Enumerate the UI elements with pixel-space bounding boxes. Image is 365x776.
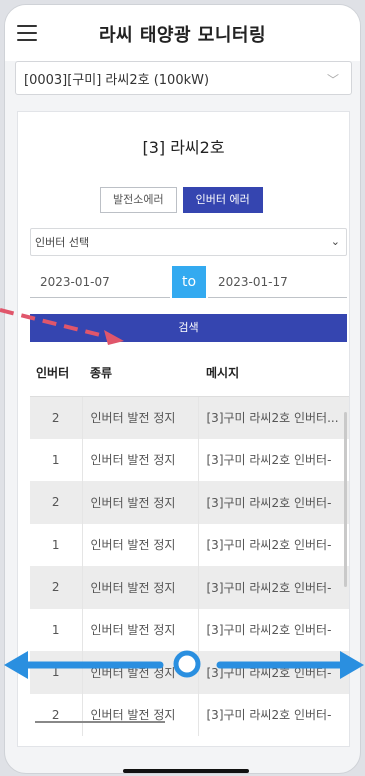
table-row[interactable]: 1 인버터 발전 정지 [3]구미 라씨2호 인버터- xyxy=(30,608,349,651)
cell-message: [3]구미 라씨2호 인버터- xyxy=(198,481,349,524)
cell-inverter: 2 xyxy=(30,396,83,439)
top-bar: 라씨 태양광 모니터링 xyxy=(5,5,360,61)
cell-message: [3]구미 라씨2호 인버터- xyxy=(198,651,349,694)
error-table: 인버터 종류 메시지 2 인버터 발전 정지 [3]구미 라씨2호 인버터... 1 인… xyxy=(30,350,349,736)
column-header-type: 종류 xyxy=(82,350,198,397)
tab-plant-error[interactable]: 발전소에러 xyxy=(100,187,177,213)
cell-message: [3]구미 라씨2호 인버터- xyxy=(198,438,349,481)
error-table-container[interactable]: 인버터 종류 메시지 2 인버터 발전 정지 [3]구미 라씨2호 인버터... 1 인… xyxy=(30,350,349,746)
cell-message: [3]구미 라씨2호 인버터- xyxy=(198,608,349,651)
app-title: 라씨 태양광 모니터링 xyxy=(98,25,267,46)
cell-type: 인버터 발전 정지 xyxy=(82,396,199,439)
table-row[interactable]: 1 인버터 발전 정지 [3]구미 라씨2호 인버터- xyxy=(30,523,349,566)
table-row[interactable]: 2 인버터 발전 정지 [3]구미 라씨2호 인버터- xyxy=(30,481,349,524)
cell-type: 인버터 발전 정지 xyxy=(82,438,199,481)
cell-message: [3]구미 라씨2호 인버터- xyxy=(198,566,349,609)
cell-type: 인버터 발전 정지 xyxy=(82,481,199,524)
table-row[interactable]: 2 인버터 발전 정지 [3]구미 라씨2호 인버터- xyxy=(30,693,349,736)
cell-inverter: 2 xyxy=(30,693,83,736)
cell-type: 인버터 발전 정지 xyxy=(82,651,199,694)
table-row[interactable]: 1 인버터 발전 정지 [3]구미 라씨2호 인버터- xyxy=(30,438,349,481)
column-header-message: 메시지 xyxy=(198,350,349,397)
table-row[interactable]: 1 인버터 발전 정지 [3]구미 라씨2호 인버터- xyxy=(30,651,349,694)
table-horizontal-scrollbar[interactable] xyxy=(35,721,165,723)
cell-inverter: 1 xyxy=(30,651,83,694)
cell-message: [3]구미 라씨2호 인버터... xyxy=(198,396,349,439)
cell-inverter: 1 xyxy=(30,523,83,566)
table-vertical-scrollbar[interactable] xyxy=(344,412,347,587)
table-row[interactable]: 2 인버터 발전 정지 [3]구미 라씨2호 인버터- xyxy=(30,566,349,609)
table-row[interactable]: 2 인버터 발전 정지 [3]구미 라씨2호 인버터... xyxy=(30,396,349,439)
cell-type: 인버터 발전 정지 xyxy=(82,693,199,736)
error-card: [3] 라씨2호 발전소에러 인버터 에러 인버터 선택 ⌄ 2023-01-0… xyxy=(17,111,350,747)
cell-inverter: 2 xyxy=(30,481,83,524)
date-to-input[interactable]: 2023-01-17 xyxy=(208,266,347,298)
inverter-select-value: 인버터 선택 xyxy=(35,236,90,249)
error-type-tabs: 발전소에러 인버터 에러 xyxy=(100,187,263,213)
cell-inverter: 1 xyxy=(30,438,83,481)
cell-type: 인버터 발전 정지 xyxy=(82,608,199,651)
cell-message: [3]구미 라씨2호 인버터- xyxy=(198,523,349,566)
column-header-inverter: 인버터 xyxy=(30,350,82,397)
home-indicator xyxy=(123,769,249,773)
date-range: 2023-01-07 to 2023-01-17 xyxy=(30,266,347,298)
table-header-row: 인버터 종류 메시지 xyxy=(30,350,349,397)
date-to-badge: to xyxy=(172,266,206,298)
phone-frame: 라씨 태양광 모니터링 [0003][구미] 라씨2호 (100kW) ﹀ [3… xyxy=(4,4,361,774)
cell-type: 인버터 발전 정지 xyxy=(82,566,199,609)
chevron-down-icon: ﹀ xyxy=(326,73,339,87)
inverter-select[interactable]: 인버터 선택 ⌄ xyxy=(30,228,347,256)
plant-title: [3] 라씨2호 xyxy=(142,138,225,157)
cell-inverter: 1 xyxy=(30,608,83,651)
cell-type: 인버터 발전 정지 xyxy=(82,523,199,566)
date-from-input[interactable]: 2023-01-07 xyxy=(30,266,170,298)
search-button[interactable]: 검색 xyxy=(30,314,347,342)
site-selector-value: [0003][구미] 라씨2호 (100kW) xyxy=(24,72,210,88)
chevron-down-icon: ⌄ xyxy=(330,235,340,248)
tab-inverter-error[interactable]: 인버터 에러 xyxy=(182,187,263,213)
site-selector[interactable]: [0003][구미] 라씨2호 (100kW) ﹀ xyxy=(15,61,352,95)
cell-inverter: 2 xyxy=(30,566,83,609)
cell-message: [3]구미 라씨2호 인버터- xyxy=(198,693,349,736)
